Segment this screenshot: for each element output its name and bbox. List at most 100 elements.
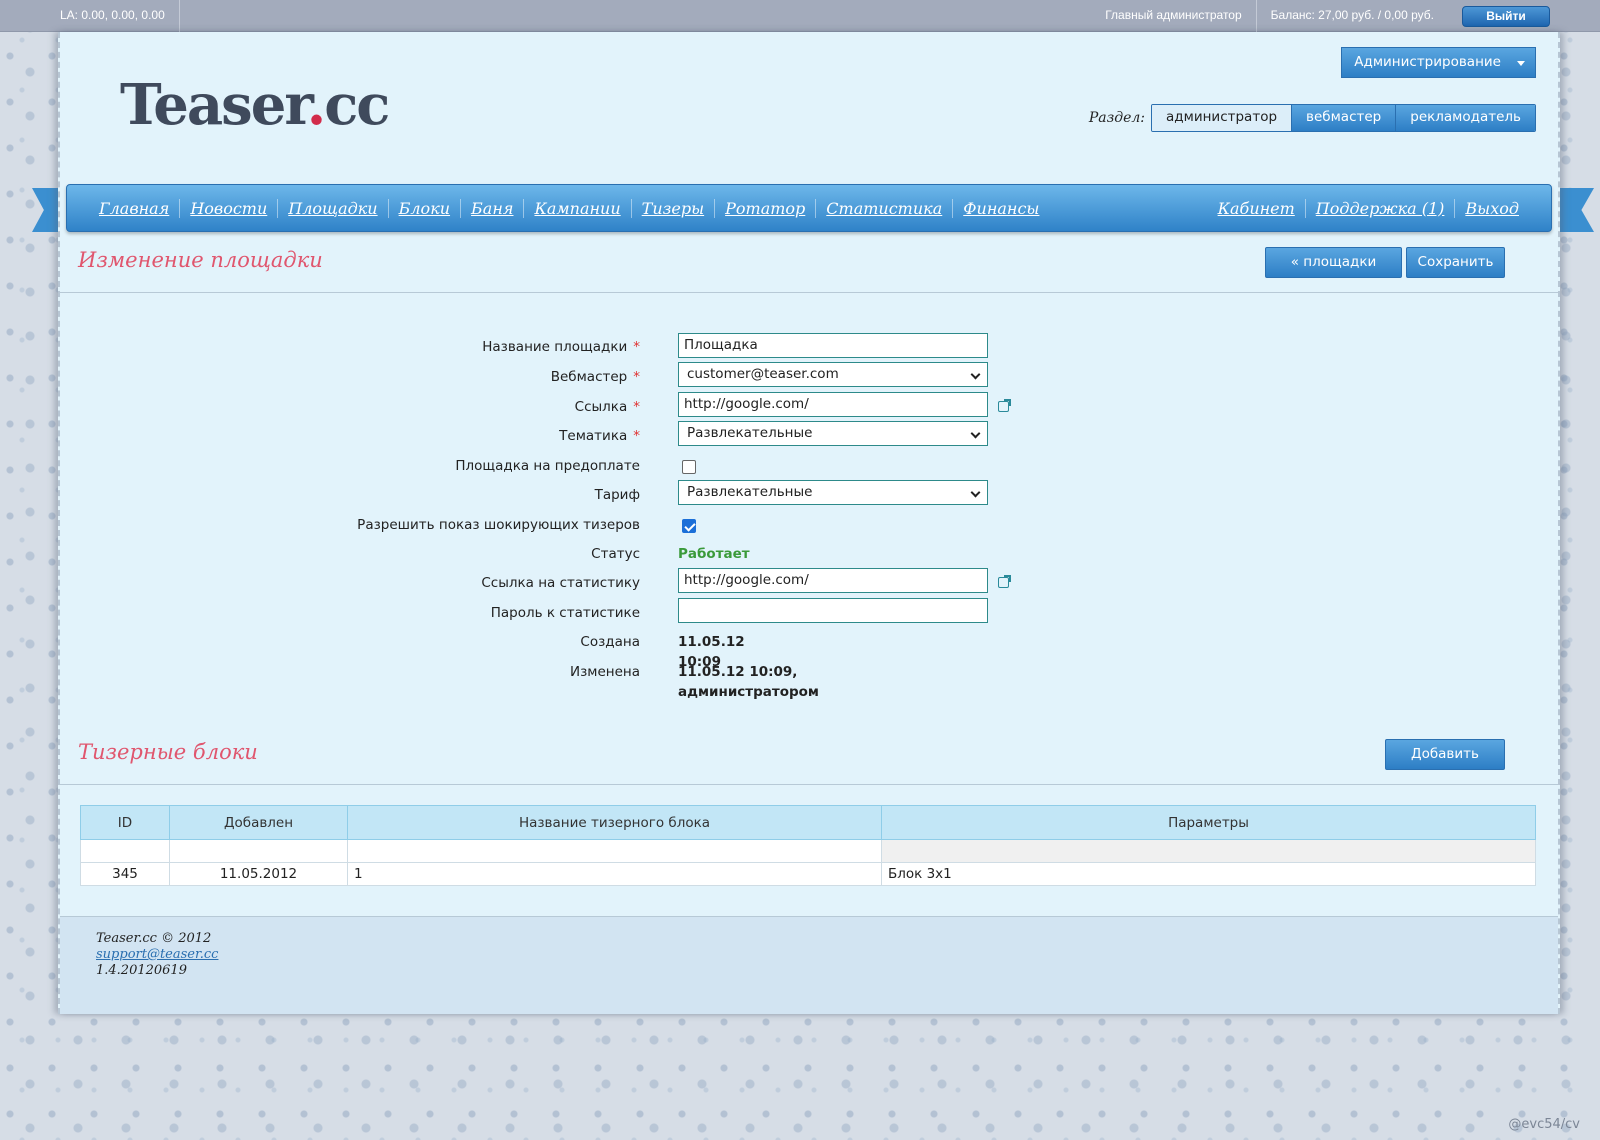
footer: Teaser.cc © 2012 support@teaser.cc 1.4.2… [60, 916, 1558, 1014]
shock-teasers-checkbox[interactable] [682, 519, 696, 533]
chevron-down-icon [970, 487, 981, 498]
divider [60, 292, 1558, 293]
tab-webmaster[interactable]: вебмастер [1291, 105, 1396, 131]
nav-item-statistics[interactable]: Статистика [815, 198, 952, 218]
nav-item-news[interactable]: Новости [179, 198, 277, 218]
column-header-added[interactable]: Добавлен [169, 805, 348, 840]
chevron-down-icon [970, 369, 981, 380]
nav-item-blocks[interactable]: Блоки [387, 198, 460, 218]
required-mark: * [633, 369, 640, 385]
external-link-icon[interactable] [998, 575, 1011, 588]
back-to-sites-button[interactable]: « площадки [1265, 247, 1402, 278]
section-tabs: администратор вебмастер рекламодатель [1151, 104, 1536, 132]
webmaster-label: Вебмастер * [550, 369, 640, 385]
required-mark: * [633, 428, 640, 444]
balance: Баланс: 27,00 руб. / 0,00 руб. [1255, 0, 1448, 32]
table-filter-row [80, 839, 1536, 863]
section-switcher: Раздел: администратор вебмастер рекламод… [1089, 104, 1536, 132]
stats-password-input[interactable] [678, 598, 988, 623]
shock-teasers-label: Разрешить показ шокирующих тизеров [357, 517, 640, 533]
nav-item-cabinet[interactable]: Кабинет [1208, 199, 1305, 218]
chevron-down-icon [970, 428, 981, 439]
logout-button[interactable]: Выйти [1462, 5, 1550, 27]
top-bar-right: Главный администратор Баланс: 27,00 руб.… [1091, 0, 1600, 32]
page-title: Изменение площадки [78, 248, 323, 272]
logo-dot: . [306, 72, 326, 138]
table-row[interactable]: 345 11.05.2012 1 Блок 3x1 [80, 862, 1536, 886]
url-input[interactable]: http://google.com/ [678, 392, 988, 417]
filter-cell [881, 839, 1536, 863]
required-mark: * [633, 399, 640, 415]
tariff-select[interactable]: Развлекательные [678, 480, 988, 505]
ribbon-right-decoration [1558, 188, 1594, 232]
modified-value: 11.05.12 10:09, администратором [678, 664, 819, 700]
tariff-selected: Развлекательные [687, 484, 813, 500]
blocks-table: ID Добавлен Название тизерного блока Пар… [80, 805, 1536, 886]
admin-menu-label: Администрирование [1354, 54, 1501, 70]
column-header-params[interactable]: Параметры [881, 805, 1536, 840]
nav-item-home[interactable]: Главная [89, 199, 179, 218]
created-label: Создана [580, 634, 640, 650]
add-block-button[interactable]: Добавить [1385, 739, 1505, 770]
save-button[interactable]: Сохранить [1406, 247, 1505, 278]
watermark: @evc54/cv [1508, 1117, 1580, 1132]
column-header-name[interactable]: Название тизерного блока [347, 805, 882, 840]
prepay-checkbox[interactable] [682, 460, 696, 474]
top-bar: LA: 0.00, 0.00, 0.00 Главный администрат… [0, 0, 1600, 32]
filter-cell[interactable] [80, 839, 170, 863]
webmaster-select[interactable]: customer@teaser.com [678, 362, 988, 387]
table-header-row: ID Добавлен Название тизерного блока Пар… [80, 805, 1536, 840]
copyright: Teaser.cc © 2012 [96, 931, 212, 946]
cell-params: Блок 3x1 [881, 862, 1536, 886]
topic-label: Тематика * [559, 428, 640, 444]
admin-menu-dropdown[interactable]: Администрирование [1341, 47, 1536, 78]
caret-down-icon [1517, 61, 1525, 66]
logo-suffix: cc [324, 72, 390, 138]
tariff-label: Тариф [594, 487, 640, 503]
cell-name[interactable]: 1 [347, 862, 882, 886]
tab-advertiser[interactable]: рекламодатель [1395, 105, 1535, 131]
load-average: LA: 0.00, 0.00, 0.00 [0, 0, 180, 32]
external-link-icon[interactable] [998, 399, 1011, 412]
page-container: Teaser.cc Администрирование Раздел: адми… [58, 32, 1560, 1014]
main-nav: Главная Новости Площадки Блоки Баня Камп… [66, 184, 1552, 232]
nav-item-finance[interactable]: Финансы [952, 198, 1049, 218]
url-label: Ссылка * [574, 399, 640, 415]
cell-added: 11.05.2012 [169, 862, 348, 886]
column-header-id[interactable]: ID [80, 805, 170, 840]
main-nav-right: Кабинет Поддержка (1) Выход [1208, 185, 1529, 231]
cell-id: 345 [80, 862, 170, 886]
nav-item-exit[interactable]: Выход [1454, 198, 1529, 218]
modified-label: Изменена [570, 664, 640, 680]
filter-cell[interactable] [347, 839, 882, 863]
status-label: Статус [591, 546, 640, 562]
logo-text: Teaser [120, 72, 309, 138]
nav-item-teasers[interactable]: Тизеры [630, 198, 714, 218]
site-name-input[interactable]: Площадка [678, 333, 988, 358]
topic-selected: Развлекательные [687, 425, 813, 441]
nav-item-sites[interactable]: Площадки [277, 198, 387, 218]
divider [60, 784, 1558, 785]
created-value: 11.05.12 10:09 [678, 634, 745, 670]
stats-password-label: Пароль к статистике [490, 605, 640, 621]
main-nav-left: Главная Новости Площадки Блоки Баня Камп… [89, 185, 1049, 231]
section-label: Раздел: [1088, 110, 1146, 126]
nav-item-rotator[interactable]: Ротатор [714, 198, 815, 218]
tab-administrator[interactable]: администратор [1152, 105, 1292, 131]
support-email-link[interactable]: support@teaser.cc [96, 947, 218, 962]
nav-item-support[interactable]: Поддержка (1) [1304, 198, 1455, 218]
version: 1.4.20120619 [96, 963, 187, 978]
required-mark: * [633, 339, 640, 355]
webmaster-selected: customer@teaser.com [687, 366, 839, 382]
filter-cell[interactable] [169, 839, 348, 863]
topic-select[interactable]: Развлекательные [678, 421, 988, 446]
nav-item-banya[interactable]: Баня [460, 198, 523, 218]
site-logo[interactable]: Teaser.cc [120, 72, 390, 138]
blocks-title: Тизерные блоки [78, 740, 258, 764]
nav-item-campaigns[interactable]: Кампании [523, 198, 630, 218]
stats-url-input[interactable]: http://google.com/ [678, 568, 988, 593]
site-name-label: Название площадки * [482, 339, 640, 355]
stats-url-label: Ссылка на статистику [481, 575, 640, 591]
user-role: Главный администратор [1105, 8, 1242, 22]
prepay-label: Площадка на предоплате [455, 458, 640, 474]
